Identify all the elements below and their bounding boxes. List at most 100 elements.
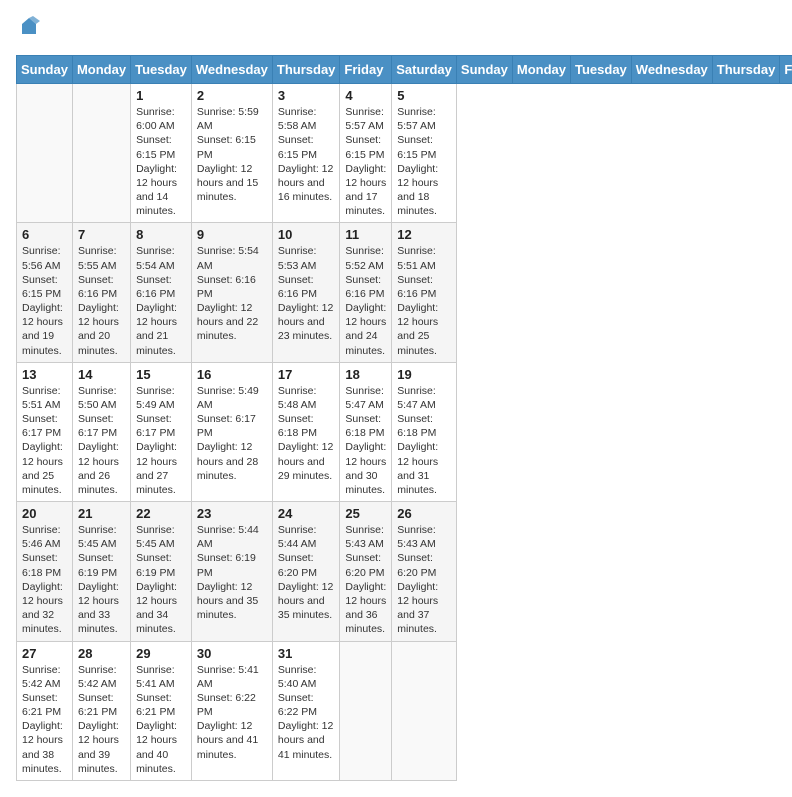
day-number: 18 bbox=[345, 367, 386, 382]
day-number: 23 bbox=[197, 506, 267, 521]
day-number: 10 bbox=[278, 227, 335, 242]
day-info: Sunrise: 5:54 AMSunset: 6:16 PMDaylight:… bbox=[136, 244, 186, 357]
day-of-week-header: Friday bbox=[340, 56, 392, 84]
logo bbox=[16, 16, 42, 43]
day-info: Sunrise: 5:53 AMSunset: 6:16 PMDaylight:… bbox=[278, 244, 335, 343]
day-number: 22 bbox=[136, 506, 186, 521]
day-of-week-header: Friday bbox=[780, 56, 792, 84]
calendar-day-cell: 14 Sunrise: 5:50 AMSunset: 6:17 PMDayligh… bbox=[72, 362, 130, 501]
day-info: Sunrise: 5:41 AMSunset: 6:22 PMDaylight:… bbox=[197, 663, 267, 762]
day-number: 6 bbox=[22, 227, 67, 242]
calendar-day-cell: 31 Sunrise: 5:40 AMSunset: 6:22 PMDayligh… bbox=[272, 641, 340, 780]
day-info: Sunrise: 5:58 AMSunset: 6:15 PMDaylight:… bbox=[278, 105, 335, 204]
calendar-day-cell: 21Sunrise: 5:45 AMSunset: 6:19 PMDayligh… bbox=[72, 502, 130, 641]
day-info: Sunrise: 5:56 AMSunset: 6:15 PMDaylight:… bbox=[22, 244, 67, 357]
calendar-day-cell: 26 Sunrise: 5:43 AMSunset: 6:20 PMDayligh… bbox=[392, 502, 457, 641]
calendar-day-cell: 3 Sunrise: 5:58 AMSunset: 6:15 PMDaylight… bbox=[272, 84, 340, 223]
calendar-day-cell: 11 Sunrise: 5:52 AMSunset: 6:16 PMDayligh… bbox=[340, 223, 392, 362]
day-info: Sunrise: 5:50 AMSunset: 6:17 PMDaylight:… bbox=[78, 384, 125, 497]
day-number: 4 bbox=[345, 88, 386, 103]
day-of-week-header: Tuesday bbox=[571, 56, 632, 84]
day-info: Sunrise: 5:51 AMSunset: 6:16 PMDaylight:… bbox=[397, 244, 451, 357]
day-info: Sunrise: 5:51 AMSunset: 6:17 PMDaylight:… bbox=[22, 384, 67, 497]
calendar-day-cell: 19Sunrise: 5:47 AMSunset: 6:18 PMDayligh… bbox=[392, 362, 457, 501]
day-info: Sunrise: 5:42 AMSunset: 6:21 PMDaylight:… bbox=[78, 663, 125, 776]
calendar-day-cell: 10 Sunrise: 5:53 AMSunset: 6:16 PMDayligh… bbox=[272, 223, 340, 362]
day-info: Sunrise: 5:46 AMSunset: 6:18 PMDaylight:… bbox=[22, 523, 67, 636]
day-of-week-header: Tuesday bbox=[131, 56, 192, 84]
day-info: Sunrise: 5:52 AMSunset: 6:16 PMDaylight:… bbox=[345, 244, 386, 357]
calendar-day-cell bbox=[392, 641, 457, 780]
day-info: Sunrise: 6:00 AMSunset: 6:15 PMDaylight:… bbox=[136, 105, 186, 218]
day-number: 28 bbox=[78, 646, 125, 661]
calendar-table: SundayMondayTuesdayWednesdayThursdayFrid… bbox=[16, 55, 792, 781]
day-number: 17 bbox=[278, 367, 335, 382]
day-info: Sunrise: 5:43 AMSunset: 6:20 PMDaylight:… bbox=[397, 523, 451, 636]
day-info: Sunrise: 5:49 AMSunset: 6:17 PMDaylight:… bbox=[136, 384, 186, 497]
day-of-week-header: Thursday bbox=[712, 56, 780, 84]
calendar-day-cell: 23 Sunrise: 5:44 AMSunset: 6:19 PMDayligh… bbox=[191, 502, 272, 641]
day-info: Sunrise: 5:45 AMSunset: 6:19 PMDaylight:… bbox=[136, 523, 186, 636]
day-number: 25 bbox=[345, 506, 386, 521]
day-number: 2 bbox=[197, 88, 267, 103]
day-info: Sunrise: 5:55 AMSunset: 6:16 PMDaylight:… bbox=[78, 244, 125, 357]
day-number: 15 bbox=[136, 367, 186, 382]
day-of-week-header: Monday bbox=[72, 56, 130, 84]
day-number: 1 bbox=[136, 88, 186, 103]
day-number: 29 bbox=[136, 646, 186, 661]
calendar-day-cell: 4Sunrise: 5:57 AMSunset: 6:15 PMDaylight… bbox=[340, 84, 392, 223]
day-of-week-header: Sunday bbox=[456, 56, 512, 84]
day-info: Sunrise: 5:44 AMSunset: 6:19 PMDaylight:… bbox=[197, 523, 267, 622]
calendar-day-cell: 22 Sunrise: 5:45 AMSunset: 6:19 PMDayligh… bbox=[131, 502, 192, 641]
calendar-day-cell: 5 Sunrise: 5:57 AMSunset: 6:15 PMDaylight… bbox=[392, 84, 457, 223]
day-info: Sunrise: 5:41 AMSunset: 6:21 PMDaylight:… bbox=[136, 663, 186, 776]
day-of-week-header: Wednesday bbox=[631, 56, 712, 84]
calendar-header-row: SundayMondayTuesdayWednesdayThursdayFrid… bbox=[17, 56, 792, 84]
day-number: 3 bbox=[278, 88, 335, 103]
calendar-day-cell: 12 Sunrise: 5:51 AMSunset: 6:16 PMDayligh… bbox=[392, 223, 457, 362]
header bbox=[16, 16, 776, 43]
calendar-day-cell bbox=[17, 84, 73, 223]
day-info: Sunrise: 5:45 AMSunset: 6:19 PMDaylight:… bbox=[78, 523, 125, 636]
day-number: 16 bbox=[197, 367, 267, 382]
day-number: 5 bbox=[397, 88, 451, 103]
day-number: 19 bbox=[397, 367, 451, 382]
day-number: 9 bbox=[197, 227, 267, 242]
day-number: 20 bbox=[22, 506, 67, 521]
calendar-day-cell: 30Sunrise: 5:41 AMSunset: 6:22 PMDayligh… bbox=[191, 641, 272, 780]
calendar-day-cell: 17Sunrise: 5:48 AMSunset: 6:18 PMDayligh… bbox=[272, 362, 340, 501]
day-number: 31 bbox=[278, 646, 335, 661]
day-info: Sunrise: 5:54 AMSunset: 6:16 PMDaylight:… bbox=[197, 244, 267, 343]
calendar-day-cell: 28 Sunrise: 5:42 AMSunset: 6:21 PMDayligh… bbox=[72, 641, 130, 780]
calendar-week-row: 6 Sunrise: 5:56 AMSunset: 6:15 PMDaylight… bbox=[17, 223, 792, 362]
calendar-week-row: 13 Sunrise: 5:51 AMSunset: 6:17 PMDayligh… bbox=[17, 362, 792, 501]
day-of-week-header: Monday bbox=[512, 56, 570, 84]
calendar-day-cell: 16 Sunrise: 5:49 AMSunset: 6:17 PMDayligh… bbox=[191, 362, 272, 501]
calendar-day-cell: 27 Sunrise: 5:42 AMSunset: 6:21 PMDayligh… bbox=[17, 641, 73, 780]
calendar-day-cell: 25 Sunrise: 5:43 AMSunset: 6:20 PMDayligh… bbox=[340, 502, 392, 641]
day-number: 26 bbox=[397, 506, 451, 521]
day-info: Sunrise: 5:49 AMSunset: 6:17 PMDaylight:… bbox=[197, 384, 267, 483]
day-of-week-header: Wednesday bbox=[191, 56, 272, 84]
logo-icon bbox=[18, 16, 40, 38]
day-number: 11 bbox=[345, 227, 386, 242]
day-number: 7 bbox=[78, 227, 125, 242]
day-info: Sunrise: 5:43 AMSunset: 6:20 PMDaylight:… bbox=[345, 523, 386, 636]
calendar-day-cell: 6 Sunrise: 5:56 AMSunset: 6:15 PMDaylight… bbox=[17, 223, 73, 362]
day-info: Sunrise: 5:40 AMSunset: 6:22 PMDaylight:… bbox=[278, 663, 335, 762]
calendar-day-cell bbox=[72, 84, 130, 223]
day-info: Sunrise: 5:59 AMSunset: 6:15 PMDaylight:… bbox=[197, 105, 267, 204]
day-info: Sunrise: 5:57 AMSunset: 6:15 PMDaylight:… bbox=[397, 105, 451, 218]
day-number: 12 bbox=[397, 227, 451, 242]
day-info: Sunrise: 5:42 AMSunset: 6:21 PMDaylight:… bbox=[22, 663, 67, 776]
day-number: 13 bbox=[22, 367, 67, 382]
day-info: Sunrise: 5:44 AMSunset: 6:20 PMDaylight:… bbox=[278, 523, 335, 622]
day-of-week-header: Sunday bbox=[17, 56, 73, 84]
calendar-day-cell: 8Sunrise: 5:54 AMSunset: 6:16 PMDaylight… bbox=[131, 223, 192, 362]
calendar-day-cell: 2 Sunrise: 5:59 AMSunset: 6:15 PMDaylight… bbox=[191, 84, 272, 223]
day-info: Sunrise: 5:47 AMSunset: 6:18 PMDaylight:… bbox=[345, 384, 386, 497]
day-number: 14 bbox=[78, 367, 125, 382]
calendar-day-cell: 18 Sunrise: 5:47 AMSunset: 6:18 PMDayligh… bbox=[340, 362, 392, 501]
day-number: 27 bbox=[22, 646, 67, 661]
calendar-day-cell: 13 Sunrise: 5:51 AMSunset: 6:17 PMDayligh… bbox=[17, 362, 73, 501]
